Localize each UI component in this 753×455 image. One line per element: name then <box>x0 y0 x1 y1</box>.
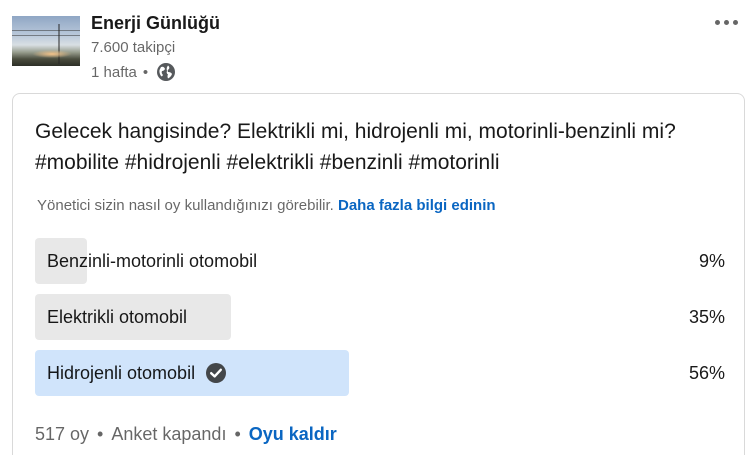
footer-separator: • <box>97 424 104 444</box>
option-label: Benzinli-motorinli otomobil <box>47 250 258 271</box>
post-meta: 1 hafta • <box>91 62 176 82</box>
poll-option-benzinli: Benzinli-motorinli otomobil 9% <box>35 238 725 284</box>
option-percent: 35% <box>688 306 725 327</box>
poll-footer: 517 oy • Anket kapandı • Oyu kaldır <box>35 424 337 445</box>
poll-option-elektrikli: Elektrikli otomobil 35% <box>35 294 725 340</box>
undo-vote-link[interactable]: Oyu kaldır <box>249 424 337 445</box>
visibility-text: Yönetici sizin nasıl oy kullandığınızı g… <box>37 197 334 214</box>
vote-count: 517 oy <box>35 424 90 444</box>
option-label: Elektrikli otomobil <box>47 306 188 327</box>
checkmark-icon <box>205 362 227 384</box>
author-name[interactable]: Enerji Günlüğü <box>91 13 220 34</box>
post-time: 1 hafta <box>91 63 137 81</box>
option-label: Hidrojenli otomobil <box>47 362 196 383</box>
globe-icon <box>156 62 176 82</box>
meta-separator: • <box>142 63 149 81</box>
poll-status: Anket kapandı <box>111 424 227 444</box>
ellipsis-icon <box>714 19 720 25</box>
follower-count: 7.600 takipçi <box>91 39 176 56</box>
poll-card: Gelecek hangisinde? Elektrikli mi, hidro… <box>12 93 745 455</box>
option-percent: 9% <box>698 250 725 271</box>
learn-more-link[interactable]: Daha fazla bilgi edinin <box>338 197 496 214</box>
poll-question: Gelecek hangisinde? Elektrikli mi, hidro… <box>35 120 676 174</box>
poll-option-hidrojenli: Hidrojenli otomobil 56% <box>35 350 725 396</box>
footer-separator: • <box>234 424 241 444</box>
author-avatar[interactable] <box>12 16 80 66</box>
post-header: Enerji Günlüğü 7.600 takipçi 1 hafta • <box>0 0 753 88</box>
option-label-wrap: Hidrojenli otomobil <box>47 350 227 396</box>
option-percent: 56% <box>688 362 725 383</box>
more-options-button[interactable] <box>708 10 744 34</box>
vote-visibility-note: Yönetici sizin nasıl oy kullandığınızı g… <box>37 197 496 214</box>
